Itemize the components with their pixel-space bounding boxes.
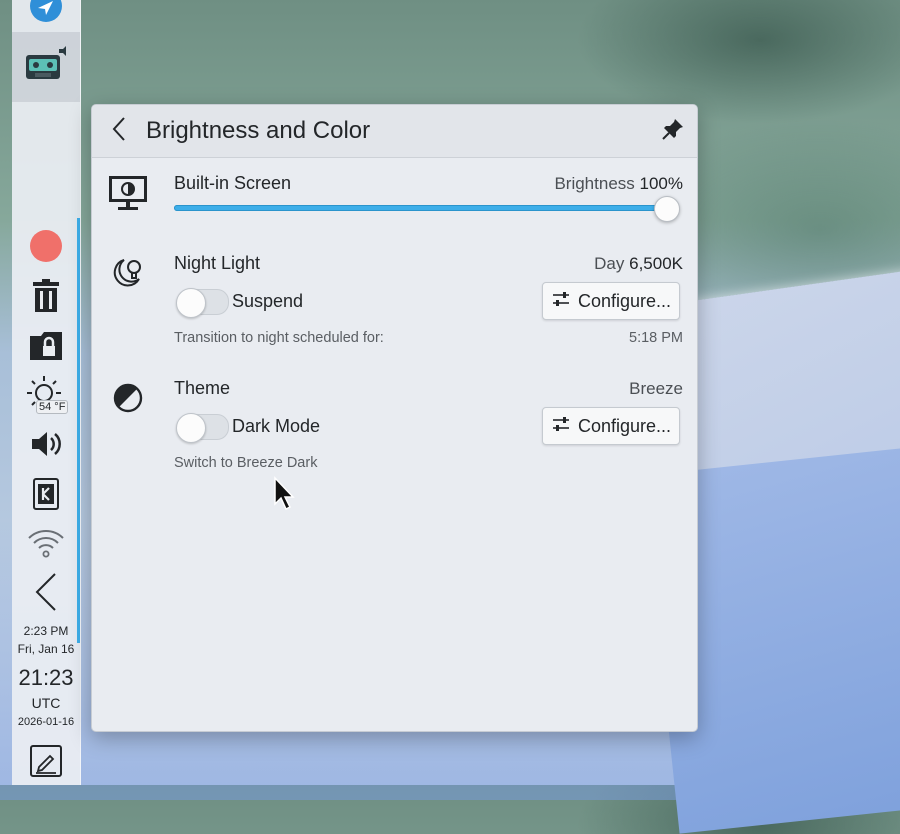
theme-icon — [110, 380, 146, 416]
brightness-readout: Brightness 100% — [554, 174, 683, 194]
pin-icon — [662, 118, 684, 145]
configure-label: Configure... — [578, 415, 672, 436]
launcher-button[interactable] — [12, 0, 80, 26]
media-player-button[interactable] — [12, 44, 80, 90]
clock-utc-date: 2026-01-16 — [17, 716, 75, 728]
popup-header: Brightness and Color — [92, 105, 697, 158]
configure-label: Configure... — [578, 290, 672, 311]
record-icon — [29, 229, 63, 268]
weather-button[interactable]: 54 °F — [12, 375, 80, 419]
theme-hint: Switch to Breeze Dark — [174, 455, 318, 471]
sliders-icon — [552, 416, 570, 437]
suspend-label[interactable]: Suspend — [232, 291, 303, 312]
night-light-label: Night Light — [174, 253, 261, 273]
launcher-icon — [29, 0, 63, 28]
kde-connect-icon — [33, 477, 59, 515]
night-light-status: Day 6,500K — [594, 254, 683, 274]
back-button[interactable] — [106, 116, 132, 146]
weather-temperature: 54 °F — [36, 400, 69, 414]
dark-mode-label[interactable]: Dark Mode — [232, 416, 320, 437]
monitor-icon — [106, 173, 150, 213]
transition-time: 5:18 PM — [629, 330, 683, 346]
brightness-slider-handle[interactable] — [654, 196, 680, 222]
night-light-temperature: 6,500K — [629, 254, 683, 273]
night-light-icon — [108, 253, 148, 293]
volume-icon — [30, 429, 62, 464]
chevron-left-icon — [112, 116, 126, 146]
trash-icon — [31, 278, 61, 318]
brightness-color-popup: Brightness and Color Built-in Screen Bri… — [91, 104, 698, 732]
side-panel: 54 °F 2:23 PM Fri, Jan 16 21:23 UTC 2026… — [12, 0, 81, 785]
brightness-value: 100% — [639, 174, 683, 193]
night-light-configure-button[interactable]: Configure... — [542, 282, 680, 320]
screen-label: Built-in Screen — [174, 173, 292, 193]
vault-button[interactable] — [12, 330, 80, 366]
clock-utc-zone: UTC — [31, 695, 61, 711]
mouse-cursor-icon — [273, 476, 297, 517]
wifi-icon — [27, 528, 65, 563]
toggle-knob — [176, 288, 206, 318]
kde-connect-button[interactable] — [12, 477, 80, 515]
notes-button[interactable] — [12, 744, 80, 782]
theme-label: Theme — [174, 378, 231, 398]
night-light-status-label: Day — [594, 254, 625, 273]
theme-configure-button[interactable]: Configure... — [542, 407, 680, 445]
notes-icon — [30, 744, 62, 782]
vault-icon — [29, 330, 63, 367]
brightness-slider-track[interactable] — [174, 205, 669, 211]
popup-title: Brightness and Color — [146, 117, 371, 144]
network-button[interactable] — [12, 528, 80, 562]
transition-text: Transition to night scheduled for: — [174, 330, 384, 346]
expand-tray-button[interactable] — [12, 572, 80, 617]
screen-recorder-button[interactable] — [12, 229, 80, 268]
sliders-icon — [552, 291, 570, 312]
clock-local-date[interactable]: Fri, Jan 16 — [12, 640, 80, 658]
volume-button[interactable] — [12, 428, 80, 464]
brightness-label: Brightness — [554, 174, 635, 193]
suspend-toggle[interactable] — [176, 288, 229, 318]
audio-cassette-icon — [23, 45, 69, 90]
theme-current: Breeze — [629, 379, 683, 398]
pin-button[interactable] — [661, 118, 685, 145]
weather-icon: 54 °F — [24, 375, 69, 419]
trash-button[interactable] — [12, 278, 80, 318]
collapse-arrow-icon — [34, 572, 58, 617]
clock-utc-time[interactable]: 21:23 — [12, 665, 80, 691]
panel-accent-line — [77, 218, 80, 643]
dark-mode-toggle[interactable] — [176, 413, 229, 443]
clock-local-time[interactable]: 2:23 PM — [12, 622, 80, 640]
toggle-knob — [176, 413, 206, 443]
